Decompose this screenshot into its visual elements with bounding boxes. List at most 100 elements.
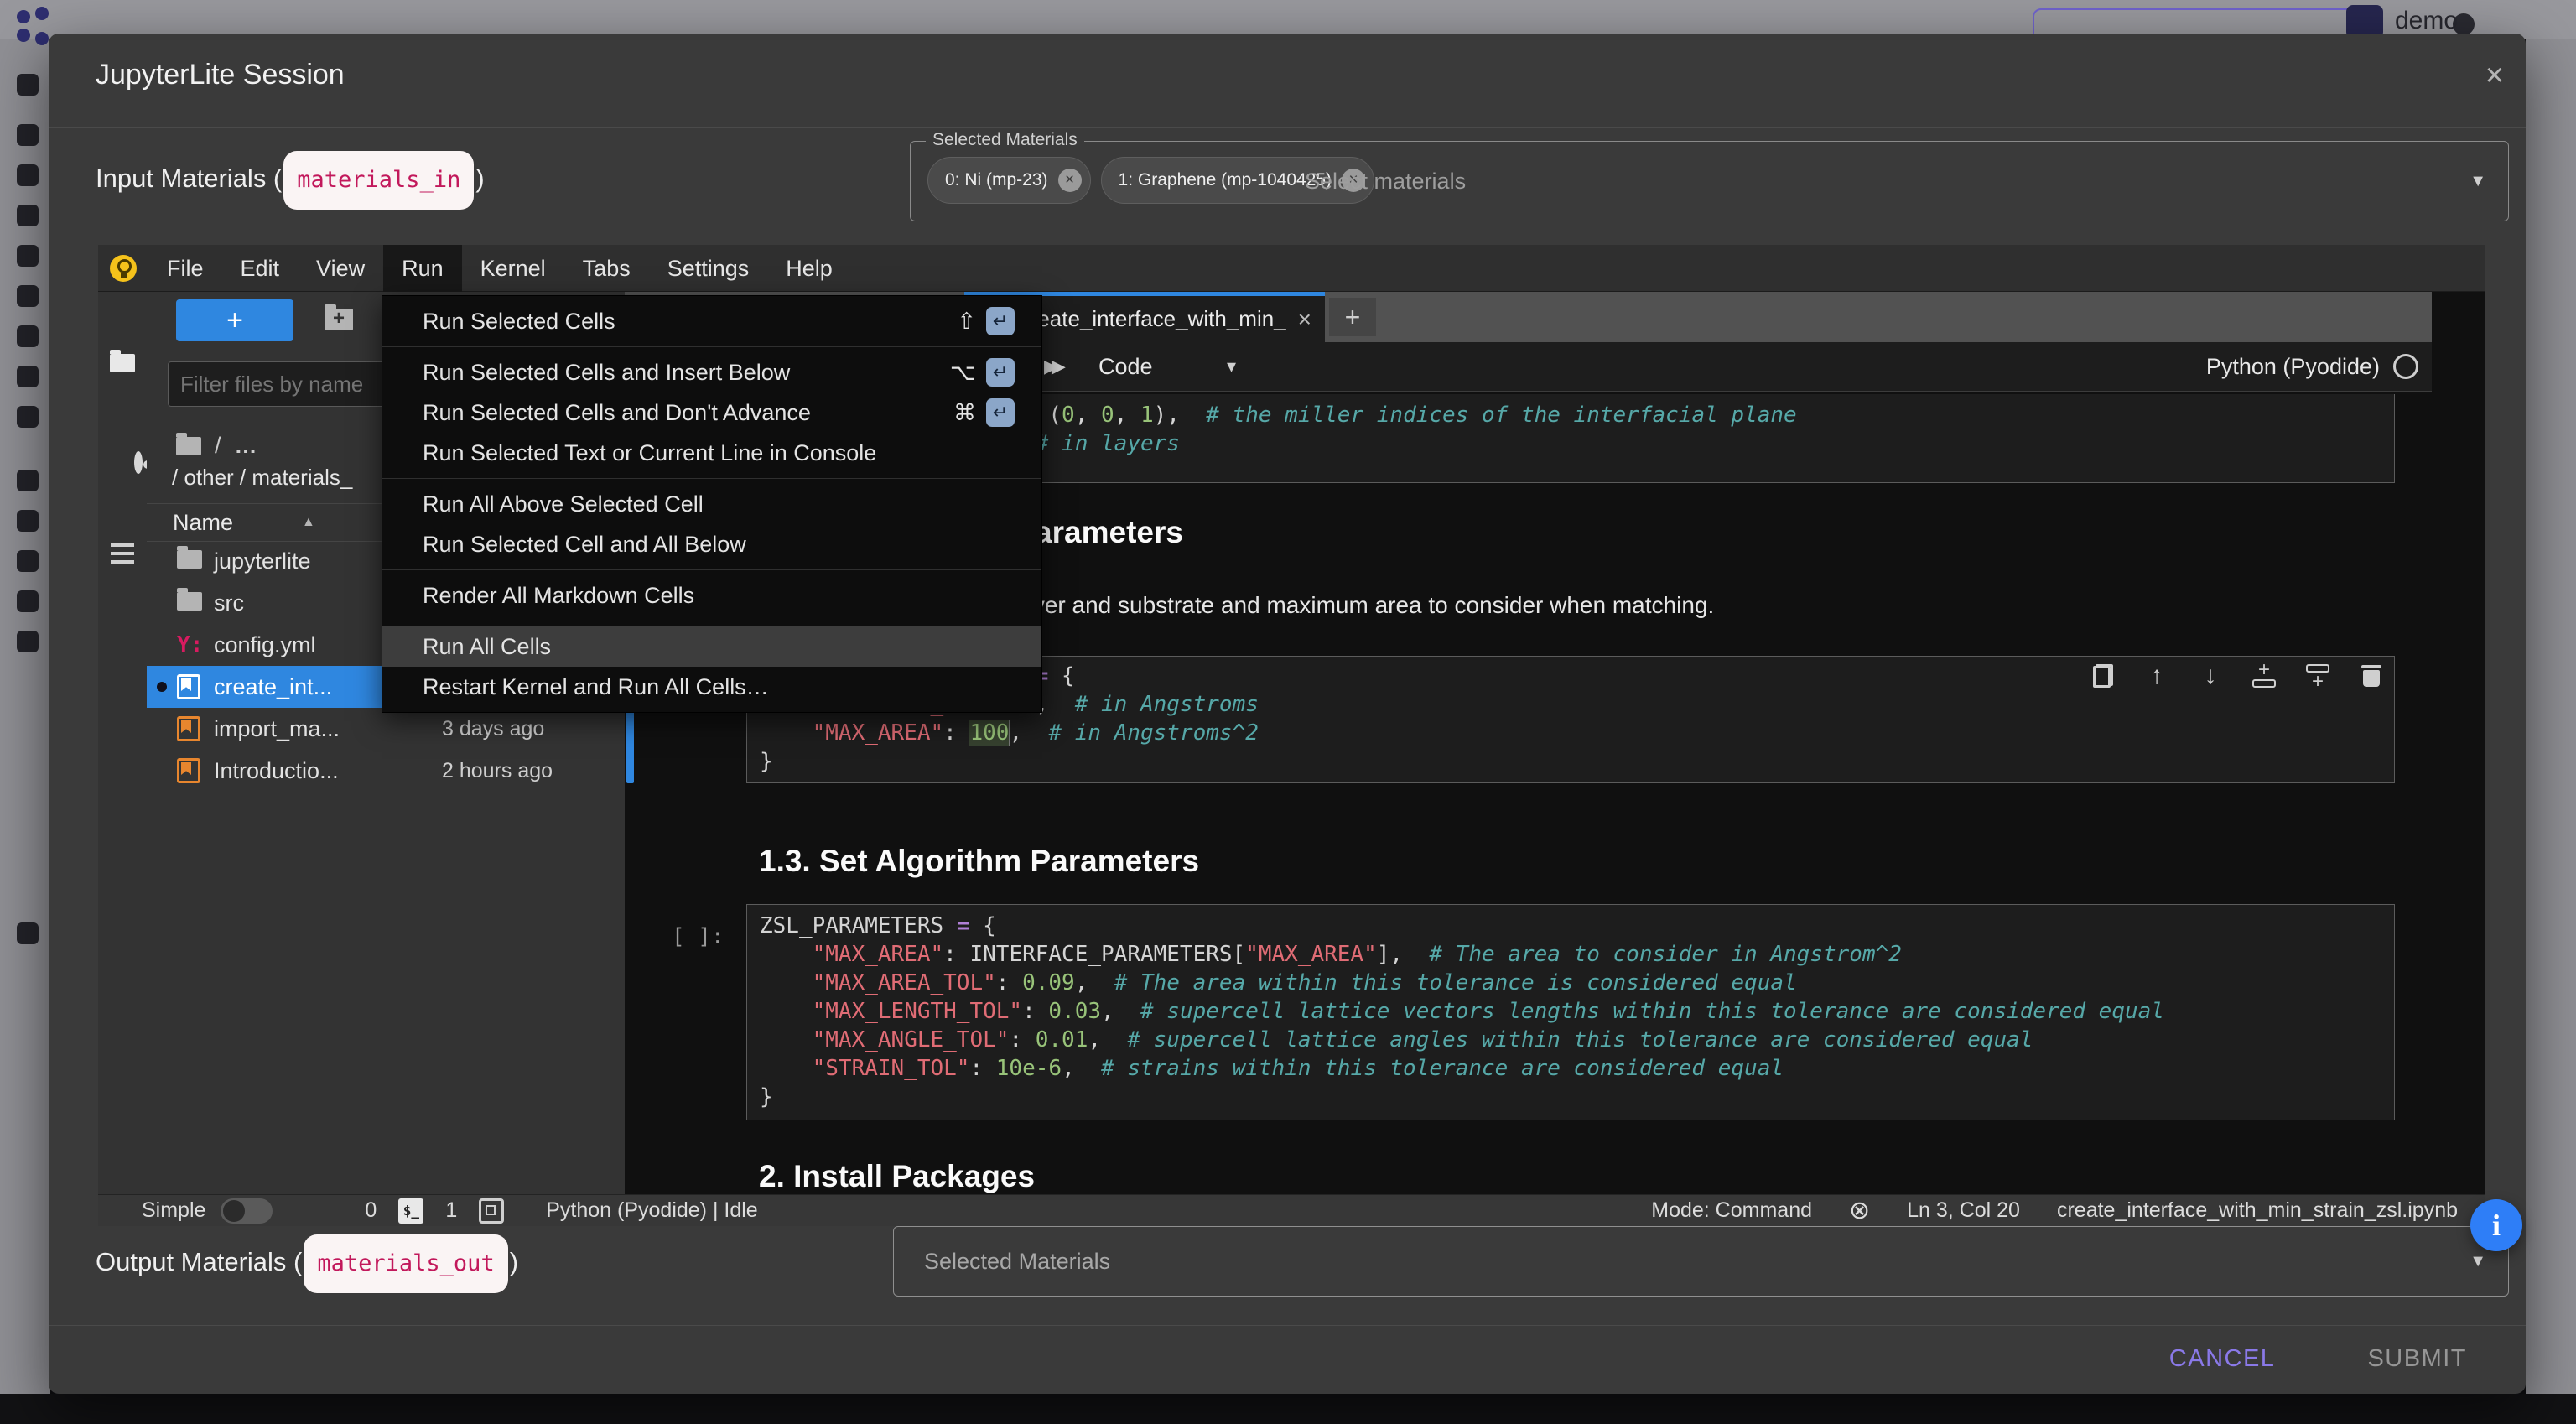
- file-browser-icon[interactable]: [110, 354, 135, 372]
- breadcrumb[interactable]: / …: [176, 433, 257, 459]
- statusbar-filename: create_interface_with_min_strain_zsl.ipy…: [2057, 1198, 2458, 1223]
- backdrop-sidebar-icon: [17, 631, 39, 652]
- code-token: 0.09: [1022, 970, 1075, 995]
- sort-ascending-icon[interactable]: ▲: [302, 504, 315, 541]
- new-folder-icon[interactable]: [325, 309, 353, 335]
- markdown-heading-2: 1.3. Set Algorithm Parameters: [759, 844, 1199, 879]
- run-menu-item[interactable]: Run Selected Cells and Insert Below⌥↵: [382, 352, 1041, 392]
- simple-mode-toggle[interactable]: [221, 1198, 273, 1224]
- insert-cell-above-icon[interactable]: [2251, 663, 2277, 689]
- selected-materials-legend: Selected Materials: [926, 130, 1084, 150]
- duplicate-cell-icon[interactable]: [2090, 663, 2116, 689]
- run-menu-item[interactable]: Run Selected Text or Current Line in Con…: [382, 433, 1041, 473]
- code-token: [760, 999, 813, 1024]
- chip-remove-icon[interactable]: ×: [1058, 169, 1082, 192]
- code-token: :: [943, 720, 969, 746]
- move-cell-down-icon[interactable]: ↓: [2198, 663, 2223, 689]
- run-menu-item[interactable]: Run Selected Cells⇧↵: [382, 301, 1041, 341]
- enter-key-icon: ↵: [986, 358, 1015, 387]
- cancel-button[interactable]: CANCEL: [2169, 1345, 2276, 1373]
- status-bar: Simple 0 $_ 1 Python (Pyodide) | Idle Mo…: [98, 1194, 2485, 1226]
- menu-item-label: Run Selected Text or Current Line in Con…: [423, 440, 876, 466]
- file-row[interactable]: Introductio...2 hours ago: [147, 750, 625, 792]
- running-sessions-icon[interactable]: [134, 451, 143, 474]
- run-menu-item[interactable]: Run All Above Selected Cell: [382, 484, 1041, 524]
- menubar-item-view[interactable]: View: [298, 245, 383, 292]
- code-cell-3[interactable]: ZSL_PARAMETERS = { "MAX_AREA": INTERFACE…: [746, 904, 2395, 1120]
- menubar-item-run[interactable]: Run: [383, 245, 462, 292]
- material-chip[interactable]: 0: Ni (mp-23)×: [927, 157, 1091, 204]
- cursor-position[interactable]: Ln 3, Col 20: [1907, 1198, 2020, 1223]
- menubar-item-help[interactable]: Help: [767, 245, 851, 292]
- menubar-item-kernel[interactable]: Kernel: [462, 245, 564, 292]
- code-token: ZSL_PARAMETERS: [760, 913, 957, 938]
- output-materials-select[interactable]: Selected Materials ▼: [893, 1226, 2509, 1297]
- markdown-heading-3: 2. Install Packages: [759, 1159, 1035, 1194]
- output-materials-label: Output Materials (materials_out): [96, 1234, 518, 1285]
- code-token: # in Angstroms: [1075, 692, 1259, 717]
- backdrop-sidebar-icon: [17, 922, 39, 944]
- cell-prompt: [ ]:: [672, 924, 724, 949]
- code-token: 100: [969, 720, 1009, 746]
- name-column-header[interactable]: Name: [173, 504, 233, 541]
- menubar-item-settings[interactable]: Settings: [649, 245, 768, 292]
- file-row[interactable]: import_ma...3 days ago: [147, 708, 625, 750]
- terminal-icon[interactable]: $_: [398, 1198, 423, 1224]
- menubar-item-file[interactable]: File: [148, 245, 222, 292]
- run-menu-item[interactable]: Run Selected Cell and All Below: [382, 524, 1041, 564]
- code-token: :: [996, 970, 1022, 995]
- home-folder-icon[interactable]: [176, 437, 201, 455]
- close-icon[interactable]: ×: [2485, 59, 2504, 92]
- code-token: ],: [1377, 942, 1430, 967]
- new-tab-button[interactable]: +: [1329, 298, 1376, 336]
- kernel-chip-icon[interactable]: [479, 1198, 504, 1224]
- backdrop-sidebar-icon: [17, 590, 39, 612]
- breadcrumb-ellipsis[interactable]: …: [235, 433, 257, 459]
- mode-indicator[interactable]: Mode: Command: [1651, 1198, 1812, 1223]
- jupyterlite-session-modal: JupyterLite Session × Input Materials (m…: [49, 34, 2526, 1394]
- run-menu-item[interactable]: Restart Kernel and Run All Cells…: [382, 667, 1041, 707]
- cell-type-select[interactable]: Code: [1098, 342, 1153, 391]
- run-all-icon[interactable]: ▶▶: [1044, 342, 1059, 391]
- tab-close-icon[interactable]: ×: [1298, 306, 1311, 333]
- footer-divider: [49, 1325, 2526, 1326]
- file-modified: 2 hours ago: [442, 750, 553, 792]
- support-info-button[interactable]: i: [2470, 1199, 2522, 1251]
- run-menu-item[interactable]: Run Selected Cells and Don't Advance⌘↵: [382, 392, 1041, 433]
- screen: demo JupyterLite Session × Input Materia…: [0, 0, 2576, 1424]
- submit-button[interactable]: SUBMIT: [2367, 1345, 2467, 1373]
- breadcrumb-path[interactable]: / other / materials_: [172, 465, 352, 491]
- file-name: jupyterlite: [214, 540, 311, 582]
- code-token: # supercell lattice vectors lengths with…: [1140, 999, 2164, 1024]
- code-token: [760, 720, 813, 746]
- file-name: import_ma...: [214, 708, 340, 750]
- insert-cell-below-icon[interactable]: [2305, 663, 2330, 689]
- move-cell-up-icon[interactable]: ↑: [2144, 663, 2169, 689]
- code-token: =: [957, 913, 970, 938]
- selected-materials-select[interactable]: Selected Materials 0: Ni (mp-23)×1: Grap…: [910, 141, 2509, 221]
- code-token: # strains within this tolerance are cons…: [1101, 1056, 1784, 1081]
- code-token: :: [969, 1056, 995, 1081]
- new-launcher-button[interactable]: +: [176, 299, 293, 341]
- run-menu-item[interactable]: Run All Cells: [382, 626, 1041, 667]
- table-of-contents-icon[interactable]: [111, 543, 134, 564]
- code-line: }: [760, 1083, 2394, 1111]
- kernel-status-text[interactable]: Python (Pyodide) | Idle: [546, 1198, 757, 1223]
- modal-title: JupyterLite Session: [96, 52, 345, 97]
- code-token: # The area to consider in Angstrom^2: [1429, 942, 1902, 967]
- code-token: :: [1022, 999, 1048, 1024]
- delete-cell-icon[interactable]: [2359, 663, 2384, 689]
- chevron-down-icon[interactable]: ▾: [1227, 342, 1236, 391]
- run-menu-item[interactable]: Render All Markdown Cells: [382, 575, 1041, 616]
- backdrop-sidebar-icon: [17, 74, 39, 96]
- menubar-item-tabs[interactable]: Tabs: [564, 245, 649, 292]
- code-line: "MAX_LENGTH_TOL": 0.03, # supercell latt…: [760, 997, 2394, 1026]
- chevron-down-icon[interactable]: ▼: [2470, 142, 2486, 221]
- backdrop-sidebar-icon: [17, 205, 39, 226]
- backdrop-sidebar-icon: [17, 366, 39, 387]
- code-token: :: [1009, 1027, 1035, 1052]
- menubar-item-edit[interactable]: Edit: [222, 245, 299, 292]
- backdrop-sidebar-icon: [17, 245, 39, 267]
- menubar-items: FileEditViewRunKernelTabsSettingsHelp: [148, 245, 851, 292]
- kernel-indicator[interactable]: Python (Pyodide): [2206, 342, 2418, 391]
